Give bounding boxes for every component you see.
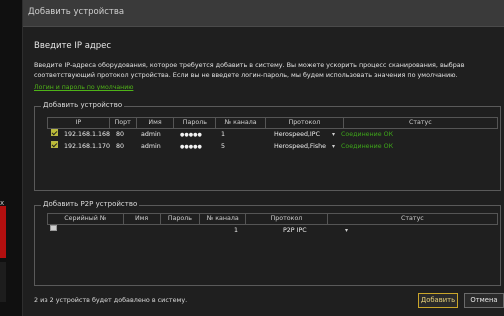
- table-row[interactable]: 1 P2P IPC ▾: [47, 225, 498, 237]
- col-port[interactable]: Порт: [109, 117, 137, 129]
- protocol-dropdown-icon[interactable]: ▾: [332, 129, 335, 141]
- name-cell[interactable]: admin: [141, 129, 161, 141]
- add-devices-dialog: Добавить устройства Введите IP адрес Вве…: [22, 0, 504, 316]
- description-text: Введите IP-адреса оборудования, которое …: [34, 61, 465, 79]
- col-name[interactable]: Имя: [123, 213, 161, 225]
- col-status[interactable]: Статус: [327, 213, 498, 225]
- default-credentials-link[interactable]: Логин и пароль по умолчанию: [34, 84, 133, 91]
- add-p2p-table: Серийный № Имя Пароль № канала Протокол …: [47, 213, 498, 237]
- channel-cell[interactable]: 5: [221, 141, 225, 153]
- col-protocol[interactable]: Протокол: [266, 117, 344, 129]
- col-channel[interactable]: № канала: [200, 213, 247, 225]
- channel-cell[interactable]: 1: [234, 225, 238, 237]
- add-device-legend: Добавить устройство: [41, 101, 125, 109]
- add-device-table: IP Порт Имя Пароль № канала Протокол Ста…: [47, 117, 498, 153]
- password-cell[interactable]: ●●●●●: [180, 129, 202, 141]
- table-row[interactable]: 192.168.1.170 80 admin ●●●●● 5 Herospeed…: [47, 141, 498, 153]
- name-cell[interactable]: admin: [141, 141, 161, 153]
- window-title: Добавить устройства: [28, 7, 125, 17]
- row-checkbox[interactable]: [51, 141, 58, 148]
- col-password[interactable]: Пароль: [160, 213, 201, 225]
- col-serial[interactable]: Серийный №: [47, 213, 124, 225]
- protocol-dropdown-icon[interactable]: ▾: [332, 141, 335, 153]
- col-name[interactable]: Имя: [136, 117, 175, 129]
- col-protocol[interactable]: Протокол: [246, 213, 328, 225]
- col-ip[interactable]: IP: [47, 117, 110, 129]
- cancel-button[interactable]: Отмена: [464, 293, 504, 308]
- row-checkbox[interactable]: [51, 129, 58, 136]
- add-p2p-table-header: Серийный № Имя Пароль № канала Протокол …: [47, 213, 498, 225]
- add-p2p-legend: Добавить P2P устройство: [41, 200, 140, 208]
- protocol-cell[interactable]: P2P IPC: [283, 225, 307, 237]
- port-cell[interactable]: 80: [116, 129, 124, 141]
- password-cell[interactable]: ●●●●●: [180, 141, 202, 153]
- bottom-status-text: 2 из 2 устройств будет добавлено в систе…: [34, 296, 188, 304]
- protocol-cell[interactable]: Herospeed,Fishe: [274, 141, 326, 153]
- col-channel[interactable]: № канала: [216, 117, 267, 129]
- status-cell: Соединение ОК: [341, 131, 394, 138]
- background-window-strip: x: [0, 0, 22, 316]
- port-cell[interactable]: 80: [116, 141, 124, 153]
- section-heading: Введите IP адрес: [34, 41, 112, 51]
- row-checkbox[interactable]: [50, 225, 57, 231]
- title-bar[interactable]: Добавить устройства: [23, 0, 504, 27]
- add-device-table-header: IP Порт Имя Пароль № канала Протокол Ста…: [47, 117, 498, 129]
- add-button[interactable]: Добавить: [418, 293, 458, 308]
- add-p2p-group: Добавить P2P устройство Серийный № Имя П…: [34, 200, 501, 286]
- protocol-dropdown-icon[interactable]: ▾: [345, 225, 348, 237]
- ip-cell[interactable]: 192.168.1.170: [64, 141, 110, 153]
- protocol-cell[interactable]: Herospeed,IPC: [274, 129, 320, 141]
- background-edge: [0, 262, 6, 302]
- col-status[interactable]: Статус: [343, 117, 498, 129]
- add-device-group: Добавить устройство IP Порт Имя Пароль №…: [34, 101, 501, 191]
- status-cell: Соединение ОК: [341, 143, 394, 150]
- background-red-bar: [0, 206, 6, 258]
- col-password[interactable]: Пароль: [174, 117, 217, 129]
- channel-cell[interactable]: 1: [221, 129, 225, 141]
- ip-cell[interactable]: 192.168.1.168: [64, 129, 110, 141]
- table-row[interactable]: 192.168.1.168 80 admin ●●●●● 1 Herospeed…: [47, 129, 498, 141]
